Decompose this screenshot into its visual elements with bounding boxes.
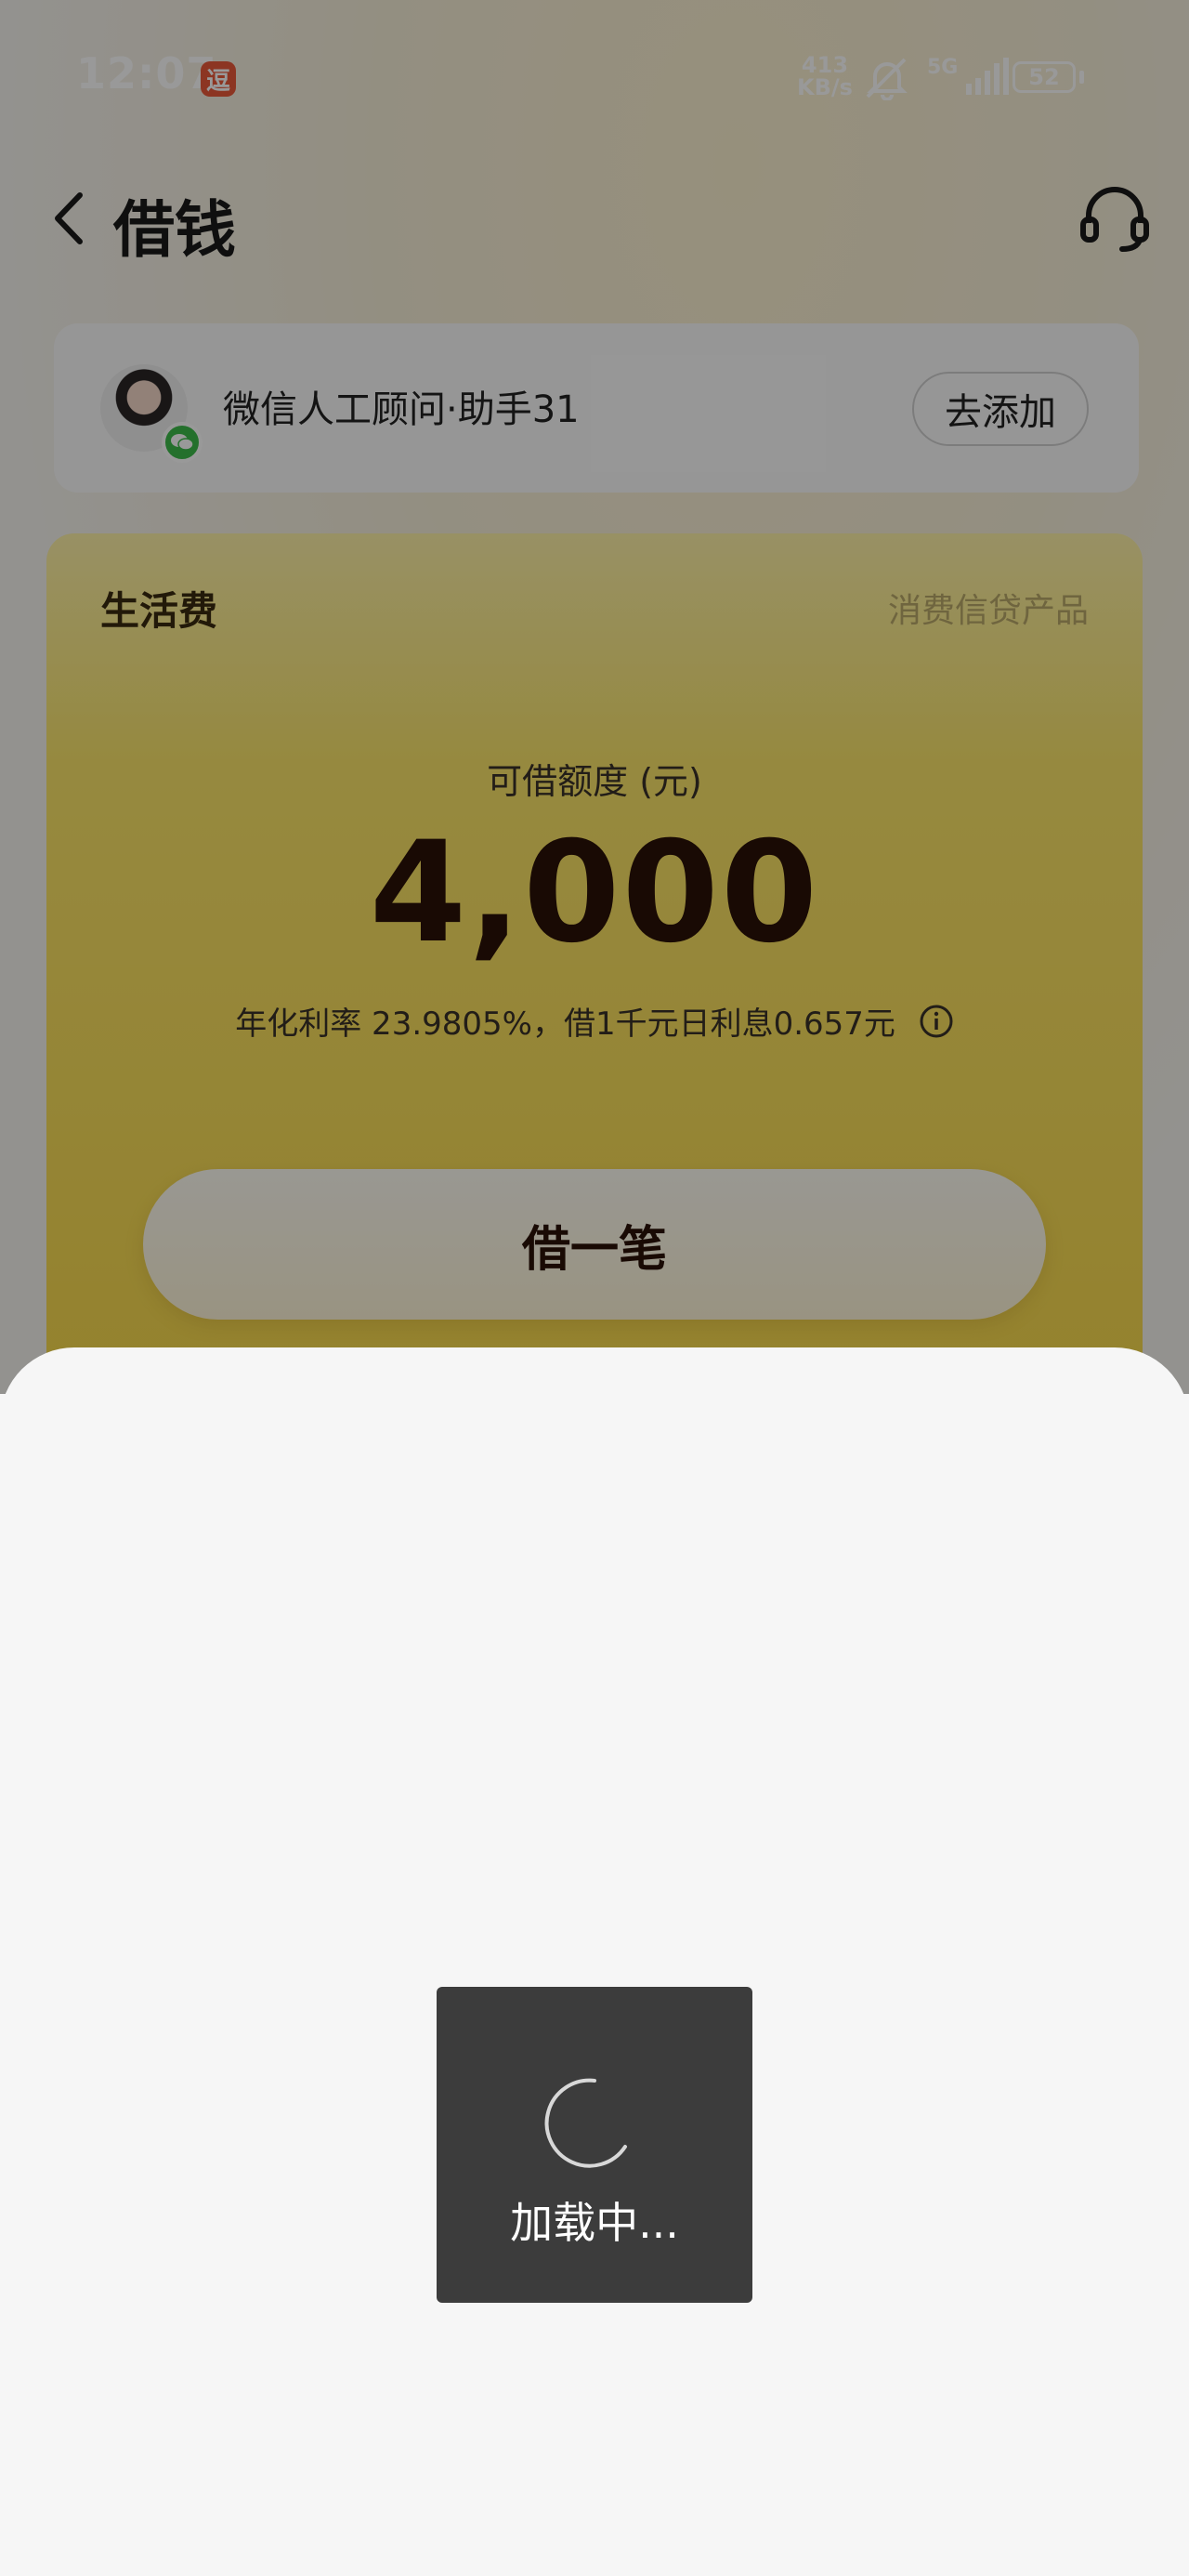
loading-toast: 加载中... xyxy=(437,1987,752,2303)
bottom-sheet xyxy=(0,1347,1189,2576)
loading-text: 加载中... xyxy=(510,2198,679,2248)
modal-overlay[interactable] xyxy=(0,0,1189,1394)
loading-spinner-icon xyxy=(537,2072,639,2175)
